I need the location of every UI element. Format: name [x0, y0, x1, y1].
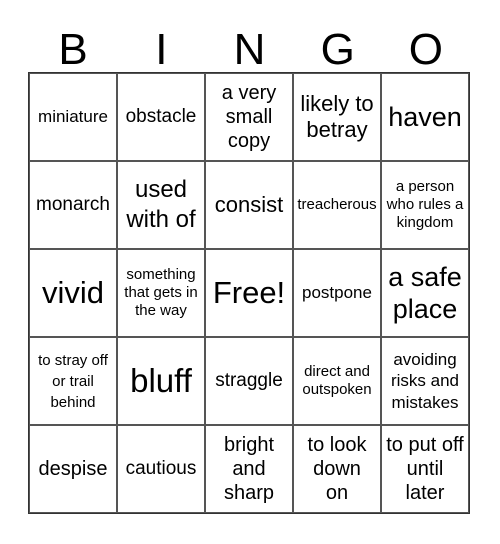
bingo-cell[interactable]: cautious — [117, 425, 205, 513]
bingo-cell[interactable]: to stray off or trail behind — [29, 337, 117, 425]
bingo-cell[interactable]: to look down on — [293, 425, 381, 513]
bingo-cell[interactable]: monarch — [29, 161, 117, 249]
bingo-cell[interactable]: consist — [205, 161, 293, 249]
bingo-cell[interactable]: treacherous — [293, 161, 381, 249]
header-letter-n: N — [233, 25, 266, 74]
bingo-cell[interactable]: something that gets in the way — [117, 249, 205, 337]
bingo-cell[interactable]: miniature — [29, 73, 117, 161]
bingo-cell[interactable]: postpone — [293, 249, 381, 337]
bingo-cell[interactable]: likely to betray — [293, 73, 381, 161]
bingo-cell[interactable]: used with of — [117, 161, 205, 249]
bingo-cell[interactable]: a safe place — [381, 249, 469, 337]
header-letter-g: G — [320, 25, 355, 74]
bingo-cell[interactable]: a person who rules a kingdom — [381, 161, 469, 249]
bingo-grid: miniature obstacle a very small copy lik… — [28, 72, 470, 514]
bingo-cell[interactable]: haven — [381, 73, 469, 161]
bingo-cell[interactable]: obstacle — [117, 73, 205, 161]
header-letter-i: I — [155, 25, 168, 74]
bingo-cell[interactable]: despise — [29, 425, 117, 513]
header-letter-o: O — [408, 25, 444, 74]
bingo-cell[interactable]: straggle — [205, 337, 293, 425]
bingo-cell[interactable]: bluff — [117, 337, 205, 425]
bingo-cell[interactable]: direct and outspoken — [293, 337, 381, 425]
bingo-cell[interactable]: vivid — [29, 249, 117, 337]
bingo-cell[interactable]: to put off until later — [381, 425, 469, 513]
header-letter-b: B — [58, 25, 88, 74]
bingo-cell[interactable]: a very small copy — [205, 73, 293, 161]
bingo-cell[interactable]: avoiding risks and mistakes — [381, 337, 469, 425]
free-space-cell[interactable]: Free! — [205, 249, 293, 337]
bingo-cell[interactable]: bright and sharp — [205, 425, 293, 513]
bingo-header: B I N G O — [29, 28, 470, 72]
